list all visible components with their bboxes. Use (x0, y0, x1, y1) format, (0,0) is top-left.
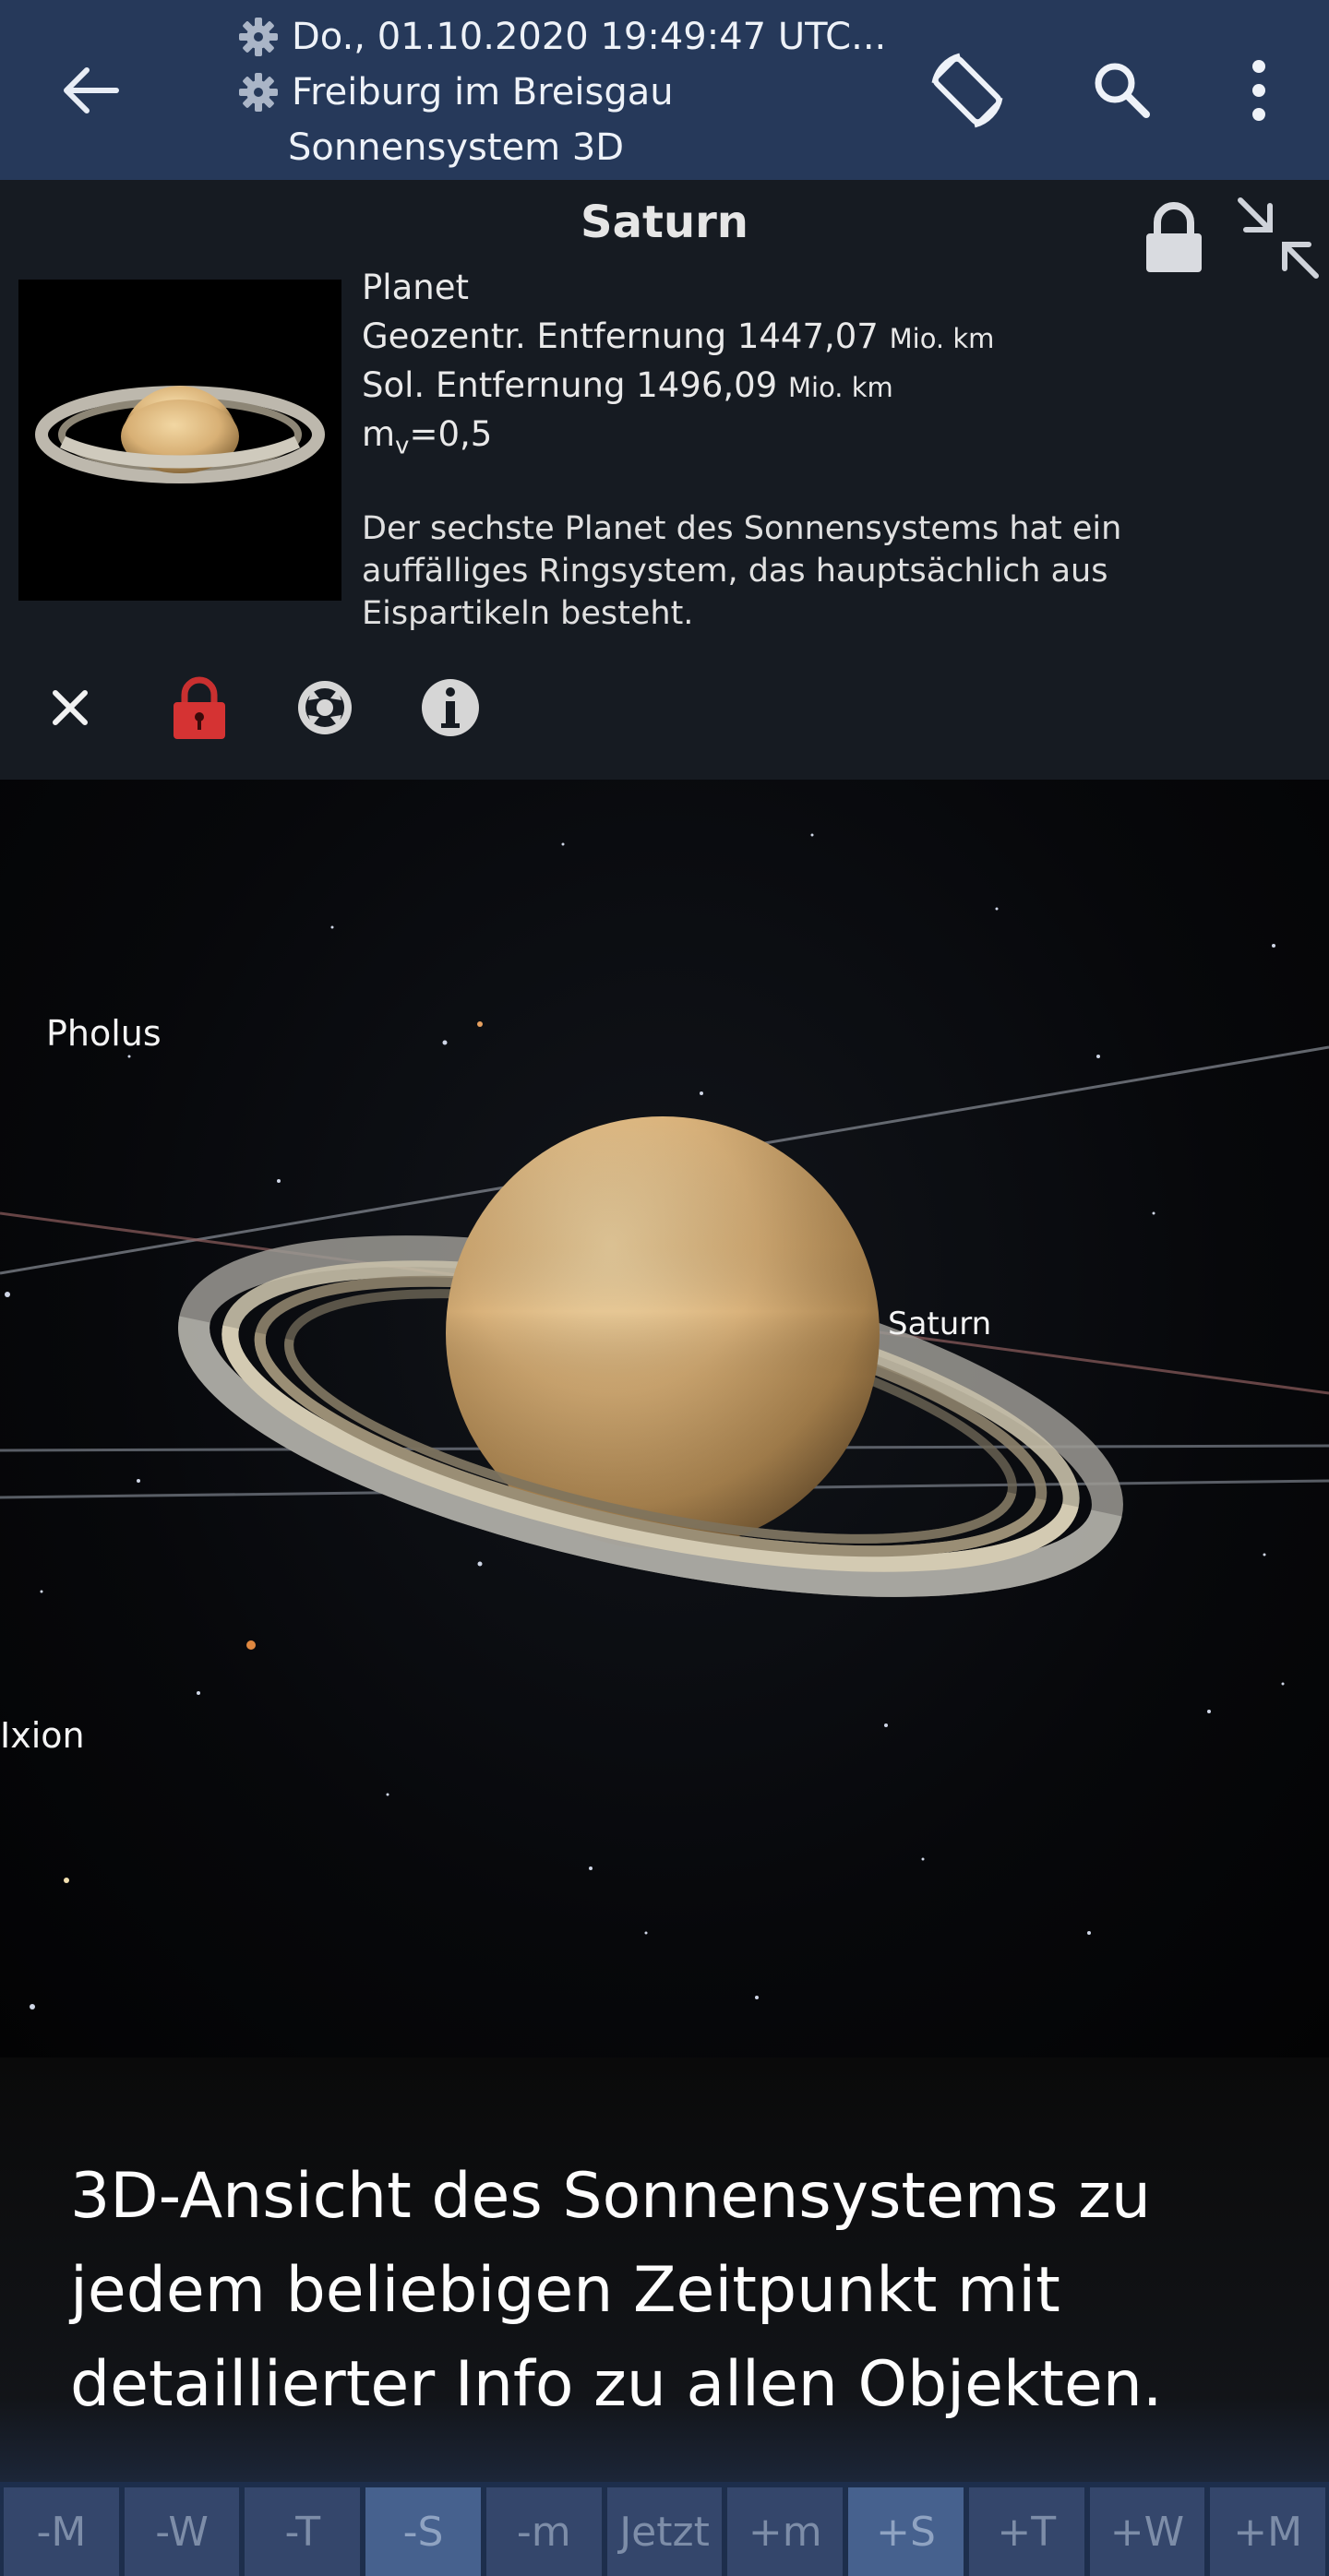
solar-system-3d-view[interactable]: Pholus Saturn Ixion (0, 780, 1329, 2057)
label-pholus[interactable]: Pholus (46, 1013, 162, 1054)
lock-icon[interactable] (1141, 200, 1207, 274)
search-button[interactable] (1072, 41, 1172, 140)
lock-target-button[interactable] (161, 669, 238, 746)
solar-distance: Sol. Entfernung 1496,09 Mio. km (362, 365, 893, 405)
time-now-button[interactable]: Jetzt (606, 2487, 723, 2576)
collapse-icon[interactable] (1231, 191, 1323, 283)
geocentric-distance: Geozentr. Entfernung 1447,07 Mio. km (362, 316, 995, 356)
datetime-row[interactable]: Do., 01.10.2020 19:49:47 UTC... (236, 9, 886, 65)
time-minus-minute-button[interactable]: -m (485, 2487, 602, 2576)
lock-red-icon (174, 676, 225, 739)
back-button[interactable] (48, 48, 133, 133)
datetime-text: Do., 01.10.2020 19:49:47 UTC... (292, 16, 887, 58)
location-text: Freiburg im Breisgau (292, 71, 674, 113)
time-plus-hour-button[interactable]: +S (848, 2487, 964, 2576)
object-facts: Planet Geozentr. Entfernung 1447,07 Mio.… (362, 263, 994, 459)
view-name: Sonnensystem 3D (288, 126, 625, 169)
info-icon (422, 679, 479, 736)
arrow-back-icon (64, 67, 119, 113)
saturn-thumbnail-image (35, 386, 325, 483)
header-info: Do., 01.10.2020 19:49:47 UTC... Freiburg… (236, 9, 886, 175)
center-target-icon (298, 681, 352, 734)
gear-icon (239, 73, 278, 112)
time-step-bar: -M -W -T -S -m Jetzt +m +S +T +W +M (0, 2482, 1329, 2576)
rotate-screen-button[interactable] (917, 41, 1017, 140)
close-icon (53, 690, 88, 725)
label-saturn[interactable]: Saturn (888, 1306, 991, 1342)
close-button[interactable] (31, 669, 109, 746)
time-plus-day-button[interactable]: +T (968, 2487, 1084, 2576)
center-object-button[interactable] (286, 669, 364, 746)
time-plus-minute-button[interactable]: +m (727, 2487, 844, 2576)
time-minus-week-button[interactable]: -W (124, 2487, 240, 2576)
overflow-menu-button[interactable] (1209, 41, 1309, 140)
screen-rotation-icon (931, 53, 1003, 128)
visual-magnitude: mv=0,5 (362, 414, 493, 460)
time-minus-day-button[interactable]: -T (245, 2487, 361, 2576)
caption-text: 3D-Ansicht des Sonnensystems zu jedem be… (70, 2160, 1163, 2421)
object-type: Planet (362, 268, 469, 307)
object-description: Der sechste Planet des Sonnensystems hat… (362, 510, 1122, 632)
search-icon (1095, 63, 1150, 118)
gear-icon (239, 18, 278, 56)
time-minus-month-button[interactable]: -M (4, 2487, 119, 2576)
info-button[interactable] (412, 669, 489, 746)
object-thumbnail (18, 280, 341, 601)
time-plus-week-button[interactable]: +W (1089, 2487, 1205, 2576)
time-plus-month-button[interactable]: +M (1210, 2487, 1326, 2576)
label-ixion[interactable]: Ixion (0, 1715, 85, 1756)
sky-canvas (0, 833, 1329, 2010)
more-vert-icon (1252, 60, 1265, 121)
object-title: Saturn (581, 197, 748, 248)
object-info-panel: Saturn Planet Geozentr. Entfernung 1447,… (0, 180, 1329, 780)
app-bar: Do., 01.10.2020 19:49:47 UTC... Freiburg… (0, 0, 1329, 180)
time-minus-hour-button[interactable]: -S (365, 2487, 481, 2576)
location-row[interactable]: Freiburg im Breisgau (236, 65, 886, 120)
promo-caption: 3D-Ansicht des Sonnensystems zu jedem be… (0, 2057, 1329, 2482)
